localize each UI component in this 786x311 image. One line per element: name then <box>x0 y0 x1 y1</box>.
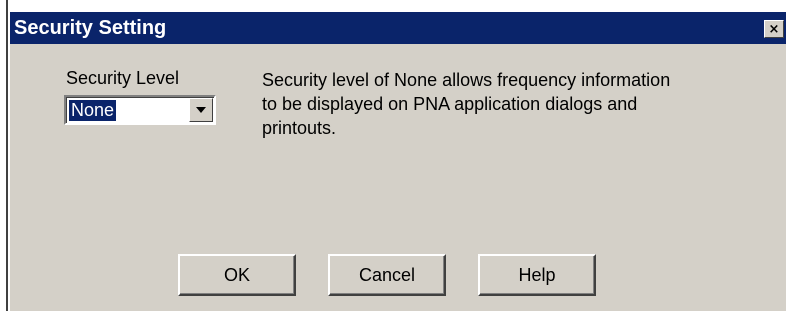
security-setting-dialog: Security Setting × Security Level None S… <box>8 10 786 311</box>
close-button[interactable]: × <box>764 20 784 38</box>
cancel-button[interactable]: Cancel <box>328 254 446 296</box>
title-bar[interactable]: Security Setting × <box>10 12 786 44</box>
security-level-selected-value[interactable]: None <box>69 100 117 121</box>
ok-button[interactable]: OK <box>178 254 296 296</box>
dropdown-button[interactable] <box>189 98 213 122</box>
cancel-button-label: Cancel <box>358 264 416 285</box>
help-button[interactable]: Help <box>478 254 596 296</box>
security-level-label: Security Level <box>66 68 180 88</box>
security-level-dropdown[interactable]: None <box>64 95 216 125</box>
description-line: to be displayed on PNA application dialo… <box>262 94 638 114</box>
description-line: printouts. <box>262 118 337 138</box>
ok-button-label: OK <box>223 264 250 285</box>
chevron-down-icon <box>196 107 206 113</box>
close-icon: × <box>768 21 780 37</box>
window-title: Security Setting <box>14 17 167 39</box>
help-button-label: Help <box>518 264 556 285</box>
description-line: Security level of None allows frequency … <box>262 70 671 90</box>
security-description: Security level of None allows frequency … <box>262 68 762 140</box>
